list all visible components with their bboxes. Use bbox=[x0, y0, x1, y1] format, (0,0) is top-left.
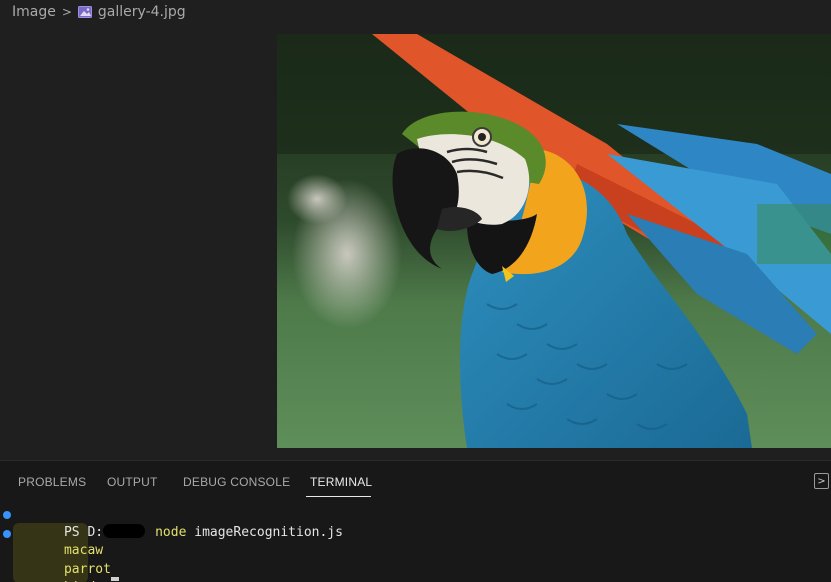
chevron-right-icon: > bbox=[817, 475, 826, 487]
terminal-cursor bbox=[111, 577, 119, 581]
output-status-dot-icon bbox=[3, 529, 11, 538]
terminal-output-line: parrot bbox=[0, 542, 831, 577]
breadcrumb-file[interactable]: gallery-4.jpg bbox=[98, 4, 186, 20]
tab-output[interactable]: OUTPUT bbox=[107, 475, 158, 489]
tab-debug-console[interactable]: DEBUG CONSOLE bbox=[183, 475, 290, 489]
tab-terminal[interactable]: TERMINAL bbox=[310, 475, 372, 489]
terminal-command-line: PS D: node imageRecognition.js bbox=[0, 505, 831, 540]
terminal-output-line: macaw bbox=[0, 524, 831, 558]
panel-tabs: PROBLEMS OUTPUT DEBUG CONSOLE TERMINAL > bbox=[0, 461, 831, 499]
terminal-output[interactable]: PS D: node imageRecognition.js macaw parr… bbox=[0, 505, 831, 582]
macaw-photo bbox=[277, 34, 831, 448]
image-file-icon bbox=[77, 6, 92, 18]
command-status-dot-icon bbox=[3, 511, 11, 519]
breadcrumb-separator: > bbox=[61, 5, 72, 19]
bottom-panel: PROBLEMS OUTPUT DEBUG CONSOLE TERMINAL >… bbox=[0, 460, 831, 582]
breadcrumb: Image > gallery-4.jpg bbox=[12, 2, 186, 22]
maximize-panel-button[interactable]: > bbox=[814, 473, 829, 489]
breadcrumb-root[interactable]: Image bbox=[12, 4, 56, 20]
image-viewer bbox=[0, 24, 831, 460]
tab-problems[interactable]: PROBLEMS bbox=[18, 475, 86, 489]
terminal-output-line: bird bbox=[0, 561, 831, 582]
active-tab-indicator bbox=[306, 496, 371, 497]
